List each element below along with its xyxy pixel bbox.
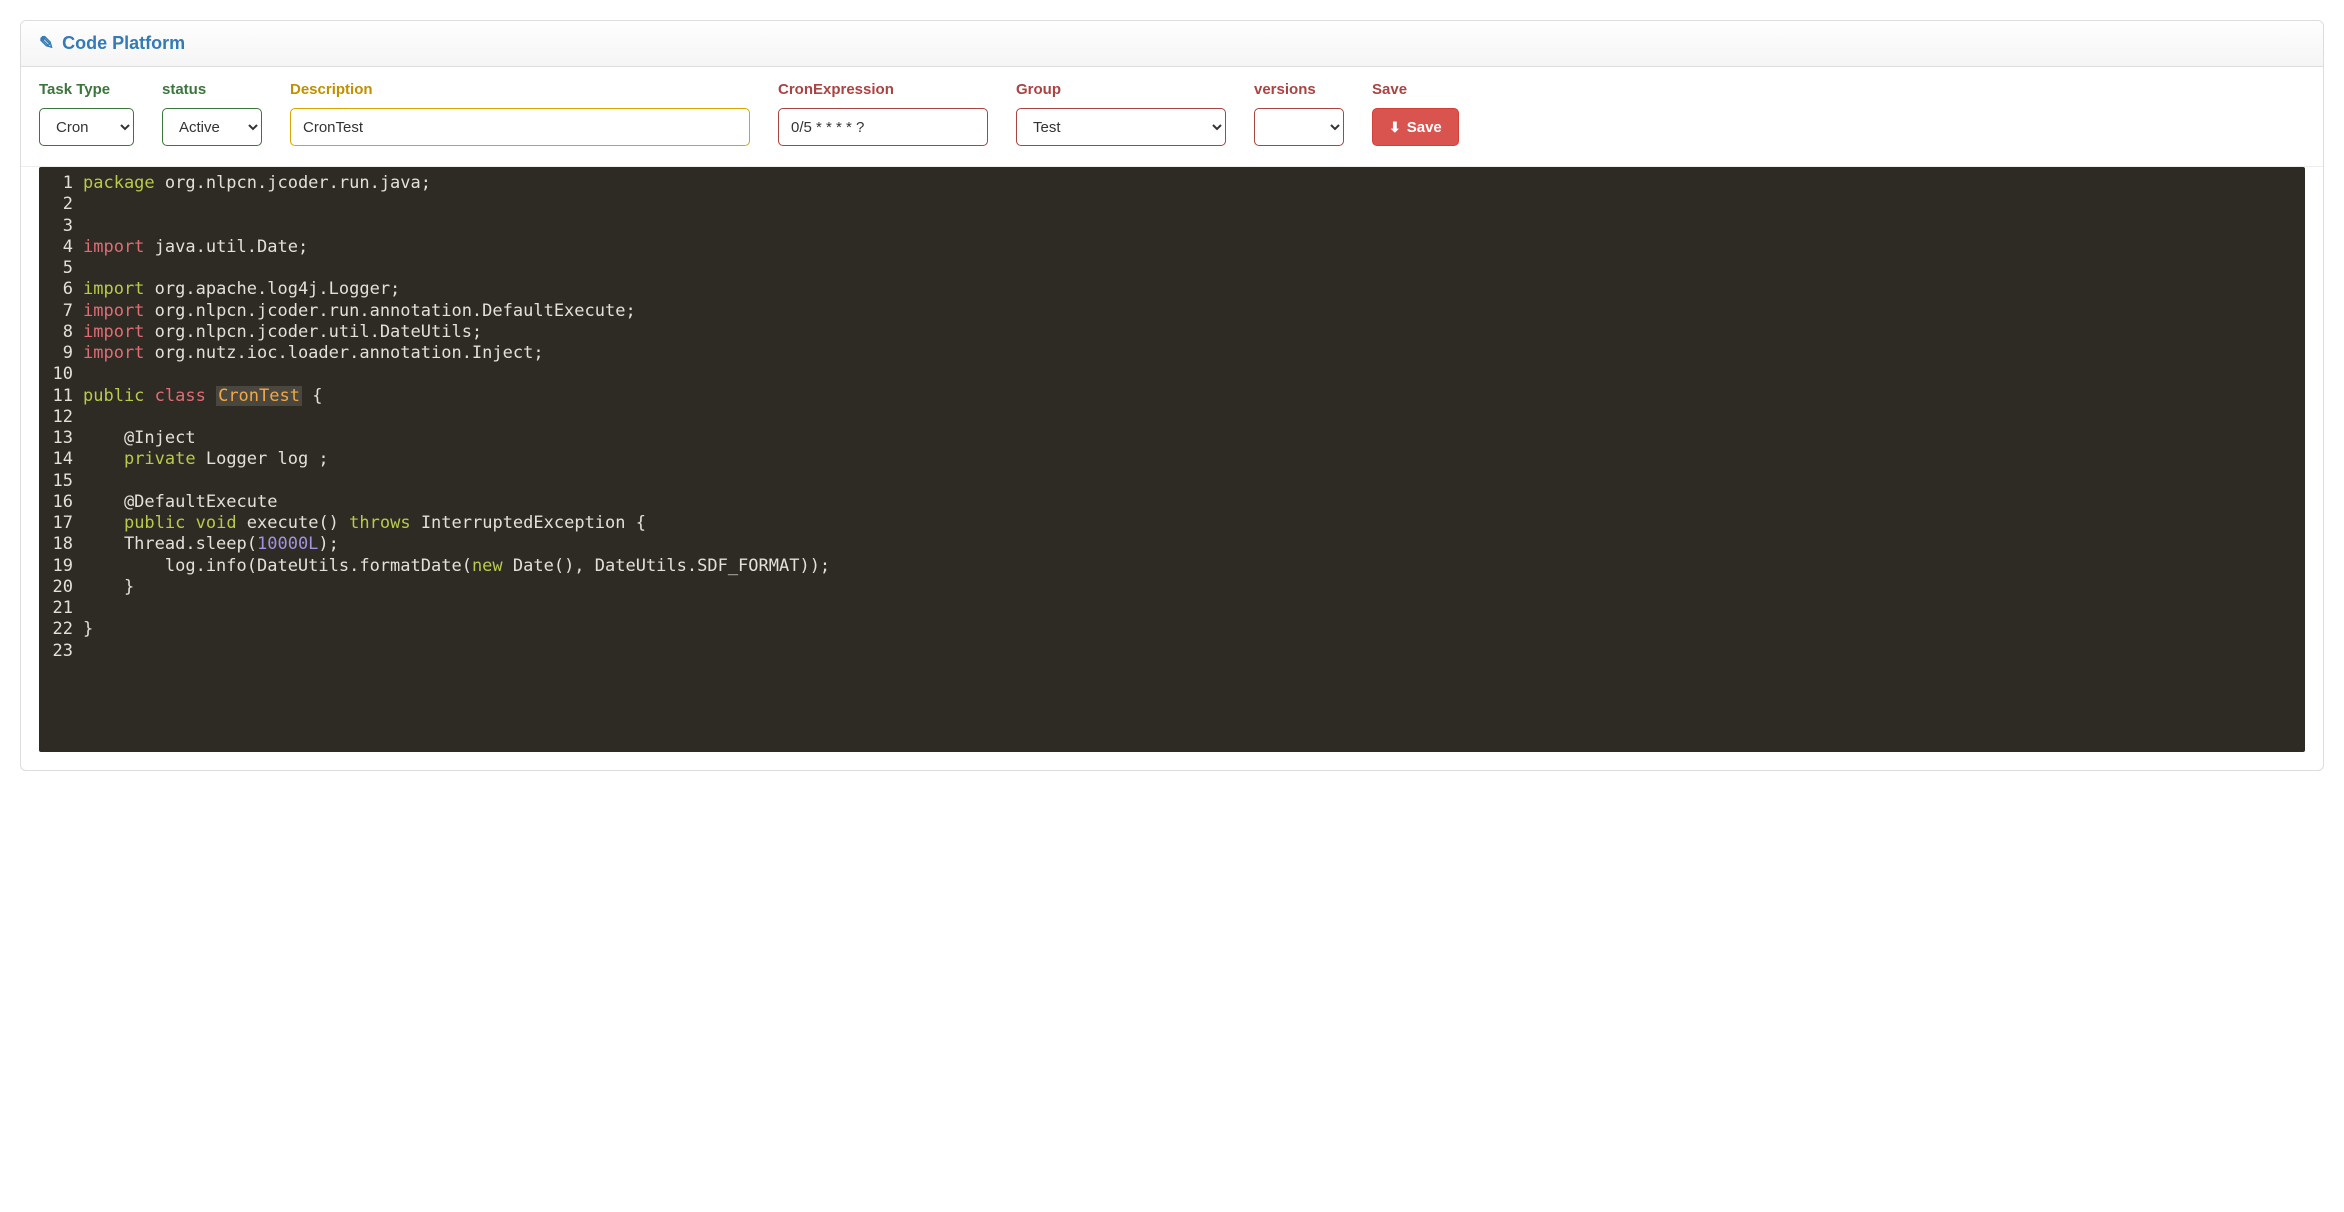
- line-content[interactable]: log.info(DateUtils.formatDate(new Date()…: [83, 556, 2305, 577]
- main-panel: ✎ Code Platform Task Type Cron status Ac…: [20, 20, 2324, 771]
- line-content[interactable]: import org.nutz.ioc.loader.annotation.In…: [83, 343, 2305, 364]
- edit-icon: ✎: [39, 33, 54, 54]
- line-content[interactable]: [83, 364, 2305, 385]
- line-number: 17: [39, 513, 83, 534]
- code-line[interactable]: 13 @Inject: [39, 428, 2305, 449]
- line-content[interactable]: import org.nlpcn.jcoder.run.annotation.D…: [83, 301, 2305, 322]
- code-line[interactable]: 11public class CronTest {: [39, 386, 2305, 407]
- line-content[interactable]: [83, 471, 2305, 492]
- save-label: Save: [1372, 81, 1459, 98]
- code-line[interactable]: 23: [39, 641, 2305, 662]
- line-number: 21: [39, 598, 83, 619]
- group-select[interactable]: Test: [1016, 108, 1226, 146]
- code-line[interactable]: 16 @DefaultExecute: [39, 492, 2305, 513]
- code-line[interactable]: 17 public void execute() throws Interrup…: [39, 513, 2305, 534]
- code-line[interactable]: 19 log.info(DateUtils.formatDate(new Dat…: [39, 556, 2305, 577]
- cron-expression-input[interactable]: [778, 108, 988, 146]
- line-number: 23: [39, 641, 83, 662]
- code-line[interactable]: 14 private Logger log ;: [39, 449, 2305, 470]
- code-line[interactable]: 4import java.util.Date;: [39, 237, 2305, 258]
- code-line[interactable]: 3: [39, 216, 2305, 237]
- field-description: Description: [290, 81, 750, 146]
- line-content[interactable]: }: [83, 577, 2305, 598]
- toolbar: Task Type Cron status Active Description…: [21, 67, 2323, 167]
- field-cron-expression: CronExpression: [778, 81, 988, 146]
- line-number: 5: [39, 258, 83, 279]
- versions-label: versions: [1254, 81, 1344, 98]
- line-number: 12: [39, 407, 83, 428]
- line-number: 3: [39, 216, 83, 237]
- line-content[interactable]: [83, 216, 2305, 237]
- group-label: Group: [1016, 81, 1226, 98]
- line-content[interactable]: public class CronTest {: [83, 386, 2305, 407]
- description-input[interactable]: [290, 108, 750, 146]
- field-versions: versions: [1254, 81, 1344, 146]
- line-content[interactable]: import org.apache.log4j.Logger;: [83, 279, 2305, 300]
- task-type-label: Task Type: [39, 81, 134, 98]
- code-line[interactable]: 2: [39, 194, 2305, 215]
- code-line[interactable]: 7import org.nlpcn.jcoder.run.annotation.…: [39, 301, 2305, 322]
- line-content[interactable]: public void execute() throws Interrupted…: [83, 513, 2305, 534]
- field-status: status Active: [162, 81, 262, 146]
- code-line[interactable]: 20 }: [39, 577, 2305, 598]
- versions-select[interactable]: [1254, 108, 1344, 146]
- description-label: Description: [290, 81, 750, 98]
- line-content[interactable]: @DefaultExecute: [83, 492, 2305, 513]
- line-number: 22: [39, 619, 83, 640]
- code-line[interactable]: 18 Thread.sleep(10000L);: [39, 534, 2305, 555]
- line-content[interactable]: @Inject: [83, 428, 2305, 449]
- task-type-select[interactable]: Cron: [39, 108, 134, 146]
- line-number: 11: [39, 386, 83, 407]
- line-number: 16: [39, 492, 83, 513]
- field-save: Save ⬇ Save: [1372, 81, 1459, 146]
- download-icon: ⬇: [1389, 119, 1401, 136]
- code-line[interactable]: 8import org.nlpcn.jcoder.util.DateUtils;: [39, 322, 2305, 343]
- code-editor[interactable]: 1package org.nlpcn.jcoder.run.java;2 3 4…: [39, 167, 2305, 752]
- line-number: 8: [39, 322, 83, 343]
- line-content[interactable]: import java.util.Date;: [83, 237, 2305, 258]
- code-line[interactable]: 6import org.apache.log4j.Logger;: [39, 279, 2305, 300]
- line-content[interactable]: [83, 194, 2305, 215]
- line-content[interactable]: }: [83, 619, 2305, 640]
- line-number: 6: [39, 279, 83, 300]
- status-select[interactable]: Active: [162, 108, 262, 146]
- line-content[interactable]: [83, 407, 2305, 428]
- line-content[interactable]: [83, 598, 2305, 619]
- line-number: 2: [39, 194, 83, 215]
- line-content[interactable]: package org.nlpcn.jcoder.run.java;: [83, 173, 2305, 194]
- field-task-type: Task Type Cron: [39, 81, 134, 146]
- code-line[interactable]: 12: [39, 407, 2305, 428]
- line-content[interactable]: private Logger log ;: [83, 449, 2305, 470]
- save-button-label: Save: [1407, 119, 1442, 136]
- editor-wrap: 1package org.nlpcn.jcoder.run.java;2 3 4…: [21, 167, 2323, 752]
- code-line[interactable]: 21: [39, 598, 2305, 619]
- status-label: status: [162, 81, 262, 98]
- line-number: 9: [39, 343, 83, 364]
- line-content[interactable]: Thread.sleep(10000L);: [83, 534, 2305, 555]
- line-number: 7: [39, 301, 83, 322]
- code-line[interactable]: 1package org.nlpcn.jcoder.run.java;: [39, 173, 2305, 194]
- code-line[interactable]: 9import org.nutz.ioc.loader.annotation.I…: [39, 343, 2305, 364]
- field-group: Group Test: [1016, 81, 1226, 146]
- page-title: Code Platform: [62, 33, 185, 54]
- line-number: 13: [39, 428, 83, 449]
- line-content[interactable]: [83, 641, 2305, 662]
- line-number: 20: [39, 577, 83, 598]
- line-number: 4: [39, 237, 83, 258]
- line-number: 15: [39, 471, 83, 492]
- line-content[interactable]: import org.nlpcn.jcoder.util.DateUtils;: [83, 322, 2305, 343]
- line-number: 10: [39, 364, 83, 385]
- save-button[interactable]: ⬇ Save: [1372, 108, 1459, 146]
- line-number: 14: [39, 449, 83, 470]
- code-line[interactable]: 10: [39, 364, 2305, 385]
- code-line[interactable]: 22}: [39, 619, 2305, 640]
- line-number: 1: [39, 173, 83, 194]
- line-content[interactable]: [83, 258, 2305, 279]
- code-line[interactable]: 5: [39, 258, 2305, 279]
- line-number: 19: [39, 556, 83, 577]
- cron-expression-label: CronExpression: [778, 81, 988, 98]
- line-number: 18: [39, 534, 83, 555]
- panel-heading: ✎ Code Platform: [21, 21, 2323, 67]
- code-line[interactable]: 15: [39, 471, 2305, 492]
